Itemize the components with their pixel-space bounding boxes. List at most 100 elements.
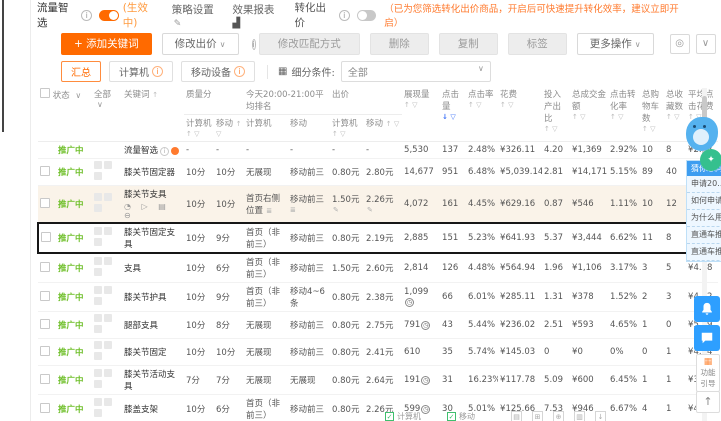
- flag-icon[interactable]: [94, 238, 103, 246]
- mascot-badge-icon[interactable]: ✦: [700, 149, 721, 171]
- bid-mobile-cell[interactable]: 2.41元: [364, 338, 403, 366]
- delayed-data-icon[interactable]: ◷: [421, 321, 431, 330]
- header-metric[interactable]: 展现量 ↑ ▽: [402, 86, 440, 142]
- sort-filter-icons[interactable]: ↑ ▽: [642, 125, 655, 133]
- sort-filter-icons[interactable]: ↑ ▽: [572, 113, 585, 121]
- row-checkbox[interactable]: [40, 318, 50, 329]
- chart-tool-icon[interactable]: ⊞: [532, 411, 543, 421]
- bid-pc-cell[interactable]: 0.80元: [330, 282, 365, 312]
- header-metric[interactable]: 点击率 ↑ ▽: [466, 86, 498, 142]
- edit-pencil-icon[interactable]: ✎: [333, 206, 339, 214]
- bid-mobile-cell[interactable]: 2.64元: [364, 365, 403, 395]
- bid-mobile-cell[interactable]: -: [364, 141, 403, 159]
- flag-icon[interactable]: [104, 398, 113, 406]
- header-sub-col[interactable]: 移动 ↑ ▽: [214, 115, 244, 142]
- bid-pc-cell[interactable]: 0.80元: [330, 222, 365, 254]
- row-checkbox[interactable]: [40, 261, 50, 272]
- header-metric[interactable]: 总成交金额 ↑ ▽: [570, 86, 608, 142]
- bid-pc-cell[interactable]: 1.50元: [330, 253, 365, 283]
- flag-icon[interactable]: [104, 286, 113, 294]
- flag-icon[interactable]: [94, 268, 103, 276]
- legend-item[interactable]: ✓ 计算机: [385, 411, 421, 421]
- info-icon[interactable]: i: [81, 9, 93, 21]
- sort-filter-icons[interactable]: ↑ ▽: [544, 125, 557, 133]
- flag-icon[interactable]: [94, 409, 103, 417]
- tag-button[interactable]: 标签: [507, 33, 567, 55]
- header-metric[interactable]: 点击量 ↓ ▽: [440, 86, 466, 142]
- sort-filter-icons[interactable]: ↑ ▽: [186, 130, 199, 138]
- report-link[interactable]: 效果报表 ▟: [232, 2, 284, 29]
- flag-icon[interactable]: [94, 286, 103, 294]
- help-question-link[interactable]: 为什么用过日期…: [687, 210, 721, 227]
- chart-tool-icon[interactable]: ▥: [574, 411, 585, 421]
- chart-tool-icon[interactable]: ▤: [511, 411, 522, 421]
- sort-filter-icons[interactable]: ↑ ▽: [468, 101, 481, 109]
- chart-tool-icon[interactable]: ⊕: [553, 411, 564, 421]
- feature-guide-button[interactable]: ▦ 功能引导: [696, 354, 720, 392]
- back-to-top-button[interactable]: ↑: [696, 391, 720, 413]
- header-sub-col[interactable]: 移动: [288, 115, 330, 142]
- modify-bid-dropdown[interactable]: 修改出价 ∨: [161, 33, 239, 55]
- flag-icon[interactable]: [94, 341, 103, 349]
- delayed-data-icon[interactable]: ◷: [421, 376, 431, 385]
- info-icon[interactable]: i: [160, 147, 170, 156]
- help-question-link[interactable]: 如何申请图片功能: [687, 193, 721, 210]
- flag-icon[interactable]: [104, 369, 113, 377]
- header-metric[interactable]: 总收藏数 ↑ ▽: [664, 86, 686, 142]
- select-all-checkbox[interactable]: [40, 88, 50, 98]
- flag-icon[interactable]: [94, 227, 103, 235]
- chart-tool-icon[interactable]: ↓: [595, 411, 606, 421]
- tab-pc[interactable]: 计算机 i: [109, 61, 173, 82]
- sort-filter-icons[interactable]: ↑ ▽: [610, 113, 623, 121]
- edit-pencil-icon[interactable]: ✎: [367, 206, 373, 214]
- flag-icon[interactable]: [94, 257, 103, 265]
- header-all-filter[interactable]: 全部 ∨: [92, 86, 122, 142]
- bid-mobile-cell[interactable]: 2.80元: [364, 158, 403, 186]
- flag-icon[interactable]: [94, 398, 103, 406]
- bid-mobile-cell[interactable]: 2.60元: [364, 253, 403, 283]
- bid-mobile-cell[interactable]: 2.19元: [364, 222, 403, 254]
- chat-button[interactable]: [694, 325, 720, 351]
- keyword-cell[interactable]: 膝关节活动支具: [122, 365, 185, 395]
- bid-pc-cell[interactable]: 0.80元: [330, 158, 365, 186]
- sort-filter-icons[interactable]: ↑ ▽: [500, 101, 513, 109]
- keyword-cell[interactable]: 流量智选 i: [122, 141, 185, 159]
- modify-match-button[interactable]: 修改匹配方式: [258, 33, 360, 55]
- header-metric[interactable]: 总购物车数 ↑ ▽: [640, 86, 664, 142]
- keyword-cell[interactable]: 腿部支具: [122, 311, 185, 339]
- keyword-cell[interactable]: 膝关节固定: [122, 338, 185, 366]
- header-metric[interactable]: 点击转化率 ↑ ▽: [608, 86, 640, 142]
- copy-button[interactable]: 复制: [438, 33, 498, 55]
- keyword-cell[interactable]: 支具: [122, 253, 185, 283]
- sort-filter-icons[interactable]: ↑ ▽: [666, 113, 679, 121]
- notification-bell-button[interactable]: [694, 296, 720, 322]
- row-checkbox[interactable]: [40, 197, 50, 208]
- rank-detail-icon[interactable]: ≣: [264, 207, 272, 215]
- row-checkbox[interactable]: [40, 402, 50, 413]
- tab-mobile[interactable]: 移动设备 i: [181, 61, 255, 82]
- legend-item[interactable]: ✓ 移动: [447, 411, 475, 421]
- status-filter-dropdown[interactable]: 状态: [50, 91, 72, 101]
- conversion-bid-toggle[interactable]: [356, 9, 377, 21]
- more-actions-dropdown[interactable]: 更多操作 ∨: [576, 33, 654, 55]
- flag-icon[interactable]: [94, 352, 103, 360]
- flag-icon[interactable]: [94, 193, 103, 201]
- bid-pc-cell[interactable]: 0.80元: [330, 365, 365, 395]
- delete-button[interactable]: 删除: [369, 33, 429, 55]
- info-icon[interactable]: i: [251, 38, 256, 50]
- flag-icon[interactable]: [94, 204, 103, 212]
- flag-icon[interactable]: [94, 325, 103, 333]
- help-question-link[interactable]: 直通车推广计划?: [687, 244, 721, 261]
- rank-detail-icon[interactable]: ≣: [290, 206, 296, 214]
- header-metric[interactable]: 投入产出比 ↑ ▽: [542, 86, 570, 142]
- bid-mobile-cell[interactable]: 2.75元: [364, 311, 403, 339]
- row-checkbox[interactable]: [40, 165, 50, 176]
- bid-mobile-cell[interactable]: 2.26元✎: [364, 185, 403, 224]
- keyword-cell[interactable]: 膝关节支具 ◔ ▷ ▤ ⊖: [122, 185, 185, 224]
- flag-icon[interactable]: [94, 314, 103, 322]
- header-keyword[interactable]: 关键词 ↑: [122, 86, 184, 142]
- traffic-smart-toggle[interactable]: [99, 9, 119, 21]
- flag-icon[interactable]: [104, 161, 113, 169]
- keyword-cell[interactable]: 膝关节固定支具: [122, 222, 185, 254]
- sort-filter-icons[interactable]: ↑ ▽: [216, 120, 242, 138]
